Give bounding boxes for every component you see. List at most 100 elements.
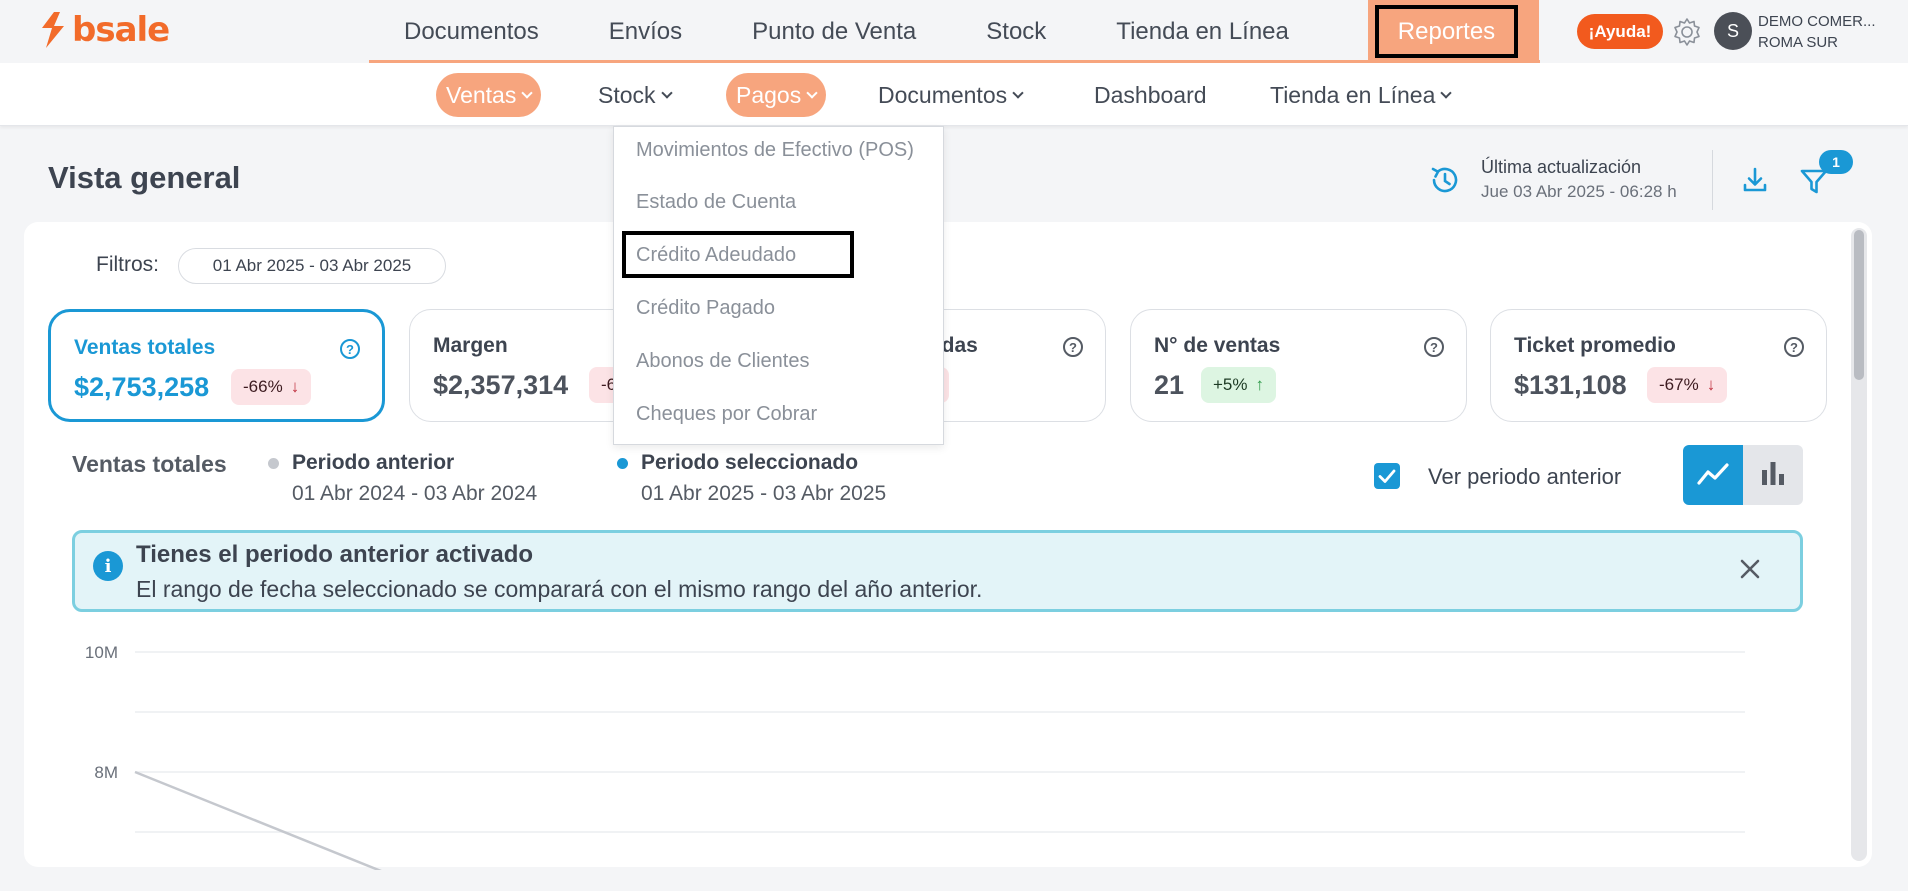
chevron-down-icon [1012,87,1024,99]
top-nav-punto-de-venta[interactable]: Punto de Venta [717,0,951,60]
help-icon[interactable]: ? [1424,337,1444,357]
kpi-value: $2,753,258 [74,372,210,402]
company-name[interactable]: DEMO COMER... ROMA SUR [1758,11,1876,53]
sales-line-chart: 10M8M6M [85,643,1745,870]
sub-nav-tienda-label: Tienda en Línea [1270,81,1436,108]
sub-nav: Ventas Stock Pagos Documentos Dashboard … [0,63,1908,126]
series-line-previous-period [134,770,382,870]
kpi-title: Ventas totales [74,336,216,359]
update-timestamp: Jue 03 Abr 2025 - 06:28 h [1481,182,1677,201]
menu-item-movimientos-efectivo[interactable]: Movimientos de Efectivo (POS) [636,139,914,162]
menu-item-credito-pagado[interactable]: Crédito Pagado [636,297,775,320]
sub-nav-documentos-label: Documentos [878,81,1008,108]
filters-label: Filtros: [96,253,159,276]
top-header: bsale Documentos Envíos Punto de Venta S… [0,0,1908,63]
kpi-numero-ventas[interactable]: N° de ventas ? 21 +5% ↑ [1130,309,1467,422]
top-nav-tienda-en-linea[interactable]: Tienda en Línea [1081,0,1324,60]
company-line-1: DEMO COMER... [1758,13,1876,30]
chevron-down-icon [1440,87,1453,99]
bar-chart-icon [1762,462,1784,485]
refresh-clock-icon[interactable] [1428,163,1462,197]
kpi-title: Ticket promedio [1514,334,1676,357]
help-icon[interactable]: ? [1784,337,1804,357]
logo-wordmark: bsale [72,10,170,50]
help-button[interactable]: ¡Ayuda! [1577,14,1663,49]
previous-period-label: Ver periodo anterior [1428,464,1622,489]
bsale-logo[interactable]: bsale [38,10,170,50]
info-banner: i Tienes el periodo anterior activado El… [72,530,1803,612]
previous-period-checkbox[interactable] [1374,463,1400,489]
download-icon[interactable] [1740,165,1770,195]
chevron-down-icon [806,87,818,99]
chart-section-title: Ventas totales [72,451,227,477]
company-line-2: ROMA SUR [1758,34,1839,51]
kpi-ticket-promedio[interactable]: Ticket promedio ? $131,108 -67% ↓ [1490,309,1827,422]
arrow-down-icon: ↓ [1706,375,1716,394]
legend-previous-name: Periodo anterior [292,451,455,474]
top-nav-reportes[interactable]: Reportes [1375,5,1518,58]
legend-dot-selected [617,458,628,469]
sub-nav-dashboard[interactable]: Dashboard [1094,73,1207,117]
avatar[interactable]: S [1714,12,1752,50]
kpi-title: N° de ventas [1154,334,1281,357]
delta-value: -66% [243,377,283,396]
top-nav-stock[interactable]: Stock [951,0,1081,60]
legend-dot-previous [268,458,279,469]
arrow-down-icon: ↓ [290,377,300,396]
sub-nav-pagos[interactable]: Pagos [726,73,827,117]
delta-badge: +5% ↑ [1201,367,1276,403]
kpi-value: $131,108 [1514,370,1627,400]
page-title: Vista general [48,160,241,195]
pagos-dropdown-menu: Movimientos de Efectivo (POS) Estado de … [613,126,944,445]
menu-item-cheques-por-cobrar[interactable]: Cheques por Cobrar [636,403,817,426]
sub-nav-documentos[interactable]: Documentos [878,73,1024,117]
bar-chart-toggle[interactable] [1743,445,1803,505]
line-chart-icon [1697,463,1729,485]
legend-selected-name: Periodo seleccionado [641,451,859,474]
menu-item-abonos-clientes[interactable]: Abonos de Clientes [636,350,809,373]
top-nav-reportes-tab: Reportes [1368,0,1539,63]
gear-icon[interactable] [1670,15,1704,49]
chevron-down-icon [660,87,673,99]
update-label: Última actualización [1481,157,1642,177]
close-icon[interactable] [1736,555,1764,583]
top-nav-documentos[interactable]: Documentos [369,0,574,60]
menu-item-credito-adeudado[interactable]: Crédito Adeudado [636,244,796,267]
sub-nav-tienda-en-linea[interactable]: Tienda en Línea [1270,73,1453,117]
y-tick-label: 8M [94,763,118,782]
delta-value: +5% [1213,375,1248,394]
checkmark-icon [1378,469,1396,483]
info-banner-title: Tienes el periodo anterior activado [136,541,534,568]
kpi-title: Margen [433,334,508,357]
menu-item-estado-de-cuenta[interactable]: Estado de Cuenta [636,191,796,214]
kpi-ventas-totales[interactable]: Ventas totales ? $2,753,258 -66% ↓ [48,309,385,422]
kpi-value: 21 [1154,370,1185,400]
legend-selected-range: 01 Abr 2025 - 03 Abr 2025 [641,482,887,505]
header-divider [1712,150,1713,210]
legend-previous-range: 01 Abr 2024 - 03 Abr 2024 [292,482,538,505]
info-banner-text: El rango de fecha seleccionado se compar… [136,576,983,602]
help-icon[interactable]: ? [1063,337,1083,357]
arrow-up-icon: ↑ [1255,375,1265,394]
scrollbar-thumb[interactable] [1854,230,1864,380]
delta-value: -67% [1659,375,1699,394]
top-nav-envios[interactable]: Envíos [574,0,717,60]
kpi-value: $2,357,314 [433,370,569,400]
y-tick-label: 10M [85,643,118,662]
filter-count-badge: 1 [1819,150,1853,174]
delta-badge: -66% ↓ [231,369,312,405]
info-icon: i [93,551,123,581]
sub-nav-stock-label: Stock [598,81,656,108]
sub-nav-stock[interactable]: Stock [598,73,673,117]
sub-nav-ventas[interactable]: Ventas [436,73,542,117]
chevron-down-icon [521,87,534,99]
bsale-mark-icon [42,12,64,48]
date-range-chip[interactable]: 01 Abr 2025 - 03 Abr 2025 [178,248,446,284]
delta-badge: -67% ↓ [1647,367,1728,403]
line-chart-toggle[interactable] [1683,445,1743,505]
top-nav: Documentos Envíos Punto de Venta Stock T… [369,0,1540,63]
sub-nav-ventas-label: Ventas [446,81,517,108]
sub-nav-pagos-label: Pagos [736,81,802,108]
scrollbar[interactable] [1851,228,1867,861]
help-icon[interactable]: ? [340,339,360,359]
